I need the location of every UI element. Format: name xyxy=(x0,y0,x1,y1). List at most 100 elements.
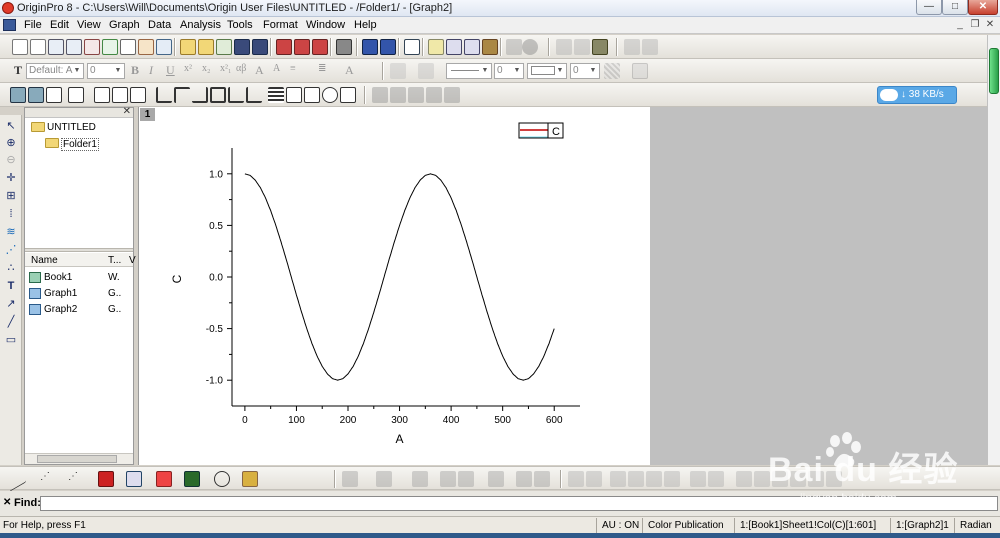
lock-icon[interactable] xyxy=(426,87,442,103)
close-button[interactable]: ✕ xyxy=(968,0,998,15)
explorer-close-icon[interactable]: ✕ xyxy=(123,106,131,117)
3d-wall-icon[interactable] xyxy=(458,471,474,487)
graph-window[interactable] xyxy=(138,107,650,465)
menu-edit[interactable]: Edit xyxy=(50,19,69,31)
unlock-icon[interactable] xyxy=(444,87,460,103)
explorer-hscrollbar[interactable] xyxy=(25,453,133,464)
align-vertical-icon[interactable] xyxy=(646,471,662,487)
draw-data-icon[interactable]: ∴ xyxy=(4,261,18,275)
underline-icon[interactable]: U xyxy=(166,63,175,78)
bold-icon[interactable]: B xyxy=(131,63,139,78)
new-workbook-icon[interactable] xyxy=(48,39,64,55)
layer-management-icon[interactable] xyxy=(130,87,146,103)
script-window-icon[interactable] xyxy=(446,39,462,55)
line-color-icon[interactable] xyxy=(418,63,434,79)
move-layer-icon[interactable] xyxy=(390,87,406,103)
menu-tools[interactable]: Tools xyxy=(227,19,253,31)
3d-waterfall-icon[interactable] xyxy=(488,471,504,487)
increase-font-icon[interactable]: A xyxy=(255,63,264,78)
scroll-thumb[interactable] xyxy=(37,455,117,463)
superscript-icon[interactable]: x² xyxy=(184,63,192,74)
pattern-icon[interactable] xyxy=(604,63,620,79)
open-icon[interactable] xyxy=(180,39,196,55)
new-function-icon[interactable] xyxy=(120,39,136,55)
tree-folder1[interactable]: Folder1 xyxy=(61,138,99,151)
3d-plot-icon[interactable] xyxy=(342,471,358,487)
menu-graph[interactable]: Graph xyxy=(109,19,140,31)
add-column-icon[interactable] xyxy=(624,39,640,55)
zoom-in-icon[interactable] xyxy=(10,87,26,103)
add-inset-icon[interactable] xyxy=(228,87,244,103)
open-template-icon[interactable] xyxy=(198,39,214,55)
paste-icon[interactable] xyxy=(592,39,608,55)
3d-ribbon-icon[interactable] xyxy=(440,471,456,487)
new-excel-icon[interactable] xyxy=(66,39,82,55)
contour-plot-icon[interactable] xyxy=(126,471,142,487)
image-profile-icon[interactable] xyxy=(534,471,550,487)
maximize-button[interactable]: □ xyxy=(942,0,968,15)
text-tool-icon[interactable]: T xyxy=(4,279,18,293)
print-icon[interactable] xyxy=(336,39,352,55)
align-right-icon[interactable] xyxy=(586,471,602,487)
column-view-header[interactable]: V xyxy=(129,255,136,266)
align-icon[interactable]: ≡ xyxy=(290,63,296,74)
mdi-close-icon[interactable]: ✕ xyxy=(983,19,997,31)
whole-page-icon[interactable] xyxy=(46,87,62,103)
list-item[interactable]: Book1 W. xyxy=(25,270,133,286)
save-template-icon[interactable] xyxy=(252,39,268,55)
table-icon[interactable] xyxy=(340,87,356,103)
menu-file[interactable]: File xyxy=(24,19,42,31)
font-size-combo[interactable]: 0 ▼ xyxy=(87,63,125,79)
menu-help[interactable]: Help xyxy=(354,19,377,31)
command-window-icon[interactable] xyxy=(464,39,480,55)
code-builder-icon[interactable] xyxy=(482,39,498,55)
menu-data[interactable]: Data xyxy=(148,19,171,31)
pie-chart-icon[interactable] xyxy=(522,39,538,55)
fill-color-icon[interactable] xyxy=(390,63,406,79)
statistics-plot-icon[interactable] xyxy=(156,471,172,487)
image-plot-icon[interactable] xyxy=(516,471,532,487)
mdi-minimize-icon[interactable]: _ xyxy=(953,19,967,31)
3d-surface-icon[interactable] xyxy=(376,471,392,487)
pointer-icon[interactable]: ↖ xyxy=(4,119,18,133)
save-project-icon[interactable] xyxy=(234,39,250,55)
regional-data-selector-icon[interactable]: ≋ xyxy=(4,225,18,239)
supersubscript-icon[interactable]: x²₁ xyxy=(220,63,231,74)
add-top-x-right-y-icon[interactable] xyxy=(210,87,226,103)
screen-reader-icon[interactable]: ✛ xyxy=(4,171,18,185)
subscript-icon[interactable]: x₂ xyxy=(202,63,211,74)
mask-icon[interactable]: ⋰ xyxy=(4,243,18,257)
add-row-icon[interactable] xyxy=(642,39,658,55)
zoom-out-tool-icon[interactable]: ⊖ xyxy=(4,153,18,167)
line-plot-icon[interactable] xyxy=(10,466,26,492)
column-name-header[interactable]: Name xyxy=(31,255,58,266)
decrease-font-icon[interactable]: A xyxy=(273,63,280,74)
add-new-columns-icon[interactable] xyxy=(506,39,522,55)
add-top-x-icon[interactable] xyxy=(174,87,190,103)
project-explorer-icon[interactable] xyxy=(404,39,420,55)
align-horizontal-icon[interactable] xyxy=(664,471,680,487)
import-single-ascii-icon[interactable] xyxy=(276,39,292,55)
copy-icon[interactable] xyxy=(574,39,590,55)
mdi-restore-icon[interactable]: ❐ xyxy=(968,19,982,31)
line-width-combo[interactable]: 0 ▼ xyxy=(494,63,524,79)
pattern-width-combo[interactable]: 0 ▼ xyxy=(570,63,600,79)
area-plot-icon[interactable] xyxy=(184,471,200,487)
explorer-splitter[interactable] xyxy=(25,248,133,252)
line-tool-icon[interactable]: ╱ xyxy=(4,315,18,329)
find-close-icon[interactable]: ✕ xyxy=(3,497,11,508)
new-layout-icon[interactable] xyxy=(138,39,154,55)
add-right-y-icon[interactable] xyxy=(192,87,208,103)
menu-analysis[interactable]: Analysis xyxy=(180,19,221,31)
font-combo[interactable]: Default: A ▼ xyxy=(26,63,84,79)
list-item[interactable]: Graph2 G.. xyxy=(25,302,133,318)
greek-icon[interactable]: αβ xyxy=(236,63,246,74)
line-symbol-plot-icon[interactable]: ⋰ xyxy=(68,471,84,487)
minimize-button[interactable]: — xyxy=(916,0,942,15)
border-style-icon[interactable] xyxy=(632,63,648,79)
data-selector-icon[interactable]: ⁞ xyxy=(4,207,18,221)
merge-graphs-icon[interactable] xyxy=(112,87,128,103)
tree-root-untitled[interactable]: UNTITLED xyxy=(47,122,96,133)
swap-layer-icon[interactable] xyxy=(408,87,424,103)
scatter-plot-icon[interactable]: ⋰ xyxy=(40,471,56,487)
